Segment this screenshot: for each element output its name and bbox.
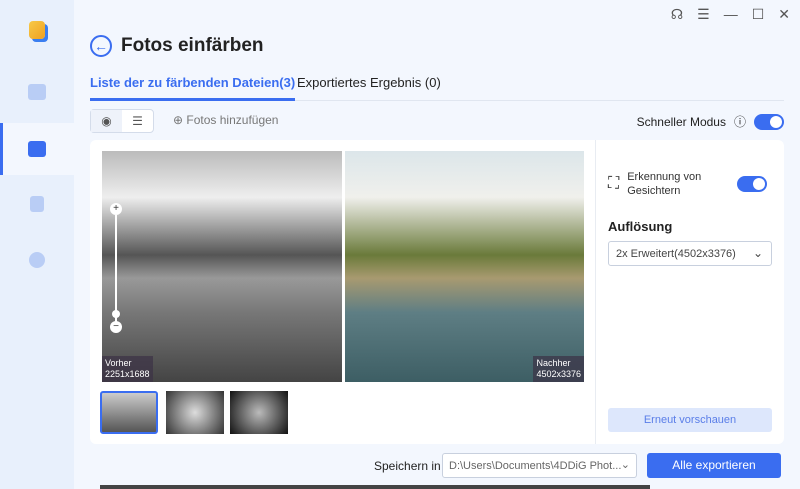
settings-panel: ⛶ Erkennung von Gesichtern Auflösung 2x … [595,140,784,444]
chevron-down-icon: ⌄ [752,246,763,260]
info-icon[interactable]: ⓘ [734,113,746,130]
face-detect-icon: ⛶ [608,175,620,192]
background-window [100,485,650,489]
minimize-icon[interactable]: — [724,6,738,23]
menu-icon[interactable]: ☰ [697,6,710,23]
zoom-handle[interactable] [112,310,120,318]
save-location-label: Speichern in [374,459,441,473]
sidebar-item-document[interactable] [0,178,74,230]
face-detect-toggle[interactable] [737,176,768,192]
fast-mode-toggle[interactable] [754,113,784,130]
face-detect-label: Erkennung von Gesichtern [627,171,702,197]
fast-mode-label: Schneller Modus [636,114,726,129]
maximize-icon[interactable]: ☐ [752,6,765,23]
save-path-select[interactable]: D:\Users\Documents\4DDiG Phot... ⌄ [442,453,637,478]
support-icon[interactable]: ☊ [671,6,683,23]
thumbnail-flowers[interactable] [166,391,224,434]
back-button[interactable]: ← [90,35,112,57]
list-view-icon[interactable]: ☰ [122,110,153,132]
music-icon [29,252,45,268]
zoom-out-icon[interactable]: − [110,321,122,333]
zoom-slider[interactable]: + − [110,203,122,333]
tab-exported[interactable]: Exportiertes Ergebnis (0) [297,75,441,90]
before-image: + − Vorher 2251x1688 [102,151,342,382]
video-icon [28,84,46,100]
thumbnail-portrait[interactable] [230,391,288,434]
chevron-down-icon: ⌄ [620,459,630,471]
preview-view-icon[interactable]: ◉ [91,110,122,132]
re-preview-button[interactable]: Erneut vorschauen [608,408,772,432]
export-all-button[interactable]: Alle exportieren [647,453,781,478]
app-logo [0,4,74,56]
before-label: Vorher [105,358,132,368]
sidebar-item-music[interactable] [0,234,74,286]
resolution-select[interactable]: 2x Erweitert(4502x3376) ⌄ [608,241,772,266]
after-size: 4502x3376 [536,369,581,379]
resolution-label: Auflösung [608,219,673,234]
page-title: Fotos einfärben [121,35,264,56]
thumbnail-landscape[interactable] [100,391,158,434]
image-icon [28,141,46,157]
close-icon[interactable]: ✕ [778,6,790,23]
preview-panel: + − Vorher 2251x1688 Nachher 4502x3376 ⛶ E… [90,140,784,444]
before-size: 2251x1688 [105,369,150,379]
add-photos-button[interactable]: ⊕ Fotos hinzufügen [173,113,278,127]
document-icon [30,196,44,212]
sidebar [0,0,74,489]
zoom-in-icon[interactable]: + [110,203,122,215]
tab-file-list[interactable]: Liste der zu färbenden Dateien(3) [90,75,296,101]
plus-circle-icon: ⊕ [173,113,184,127]
sidebar-item-photo[interactable] [0,123,74,175]
after-image: Nachher 4502x3376 [345,151,584,382]
sidebar-item-video[interactable] [0,66,74,118]
after-label: Nachher [536,358,571,368]
